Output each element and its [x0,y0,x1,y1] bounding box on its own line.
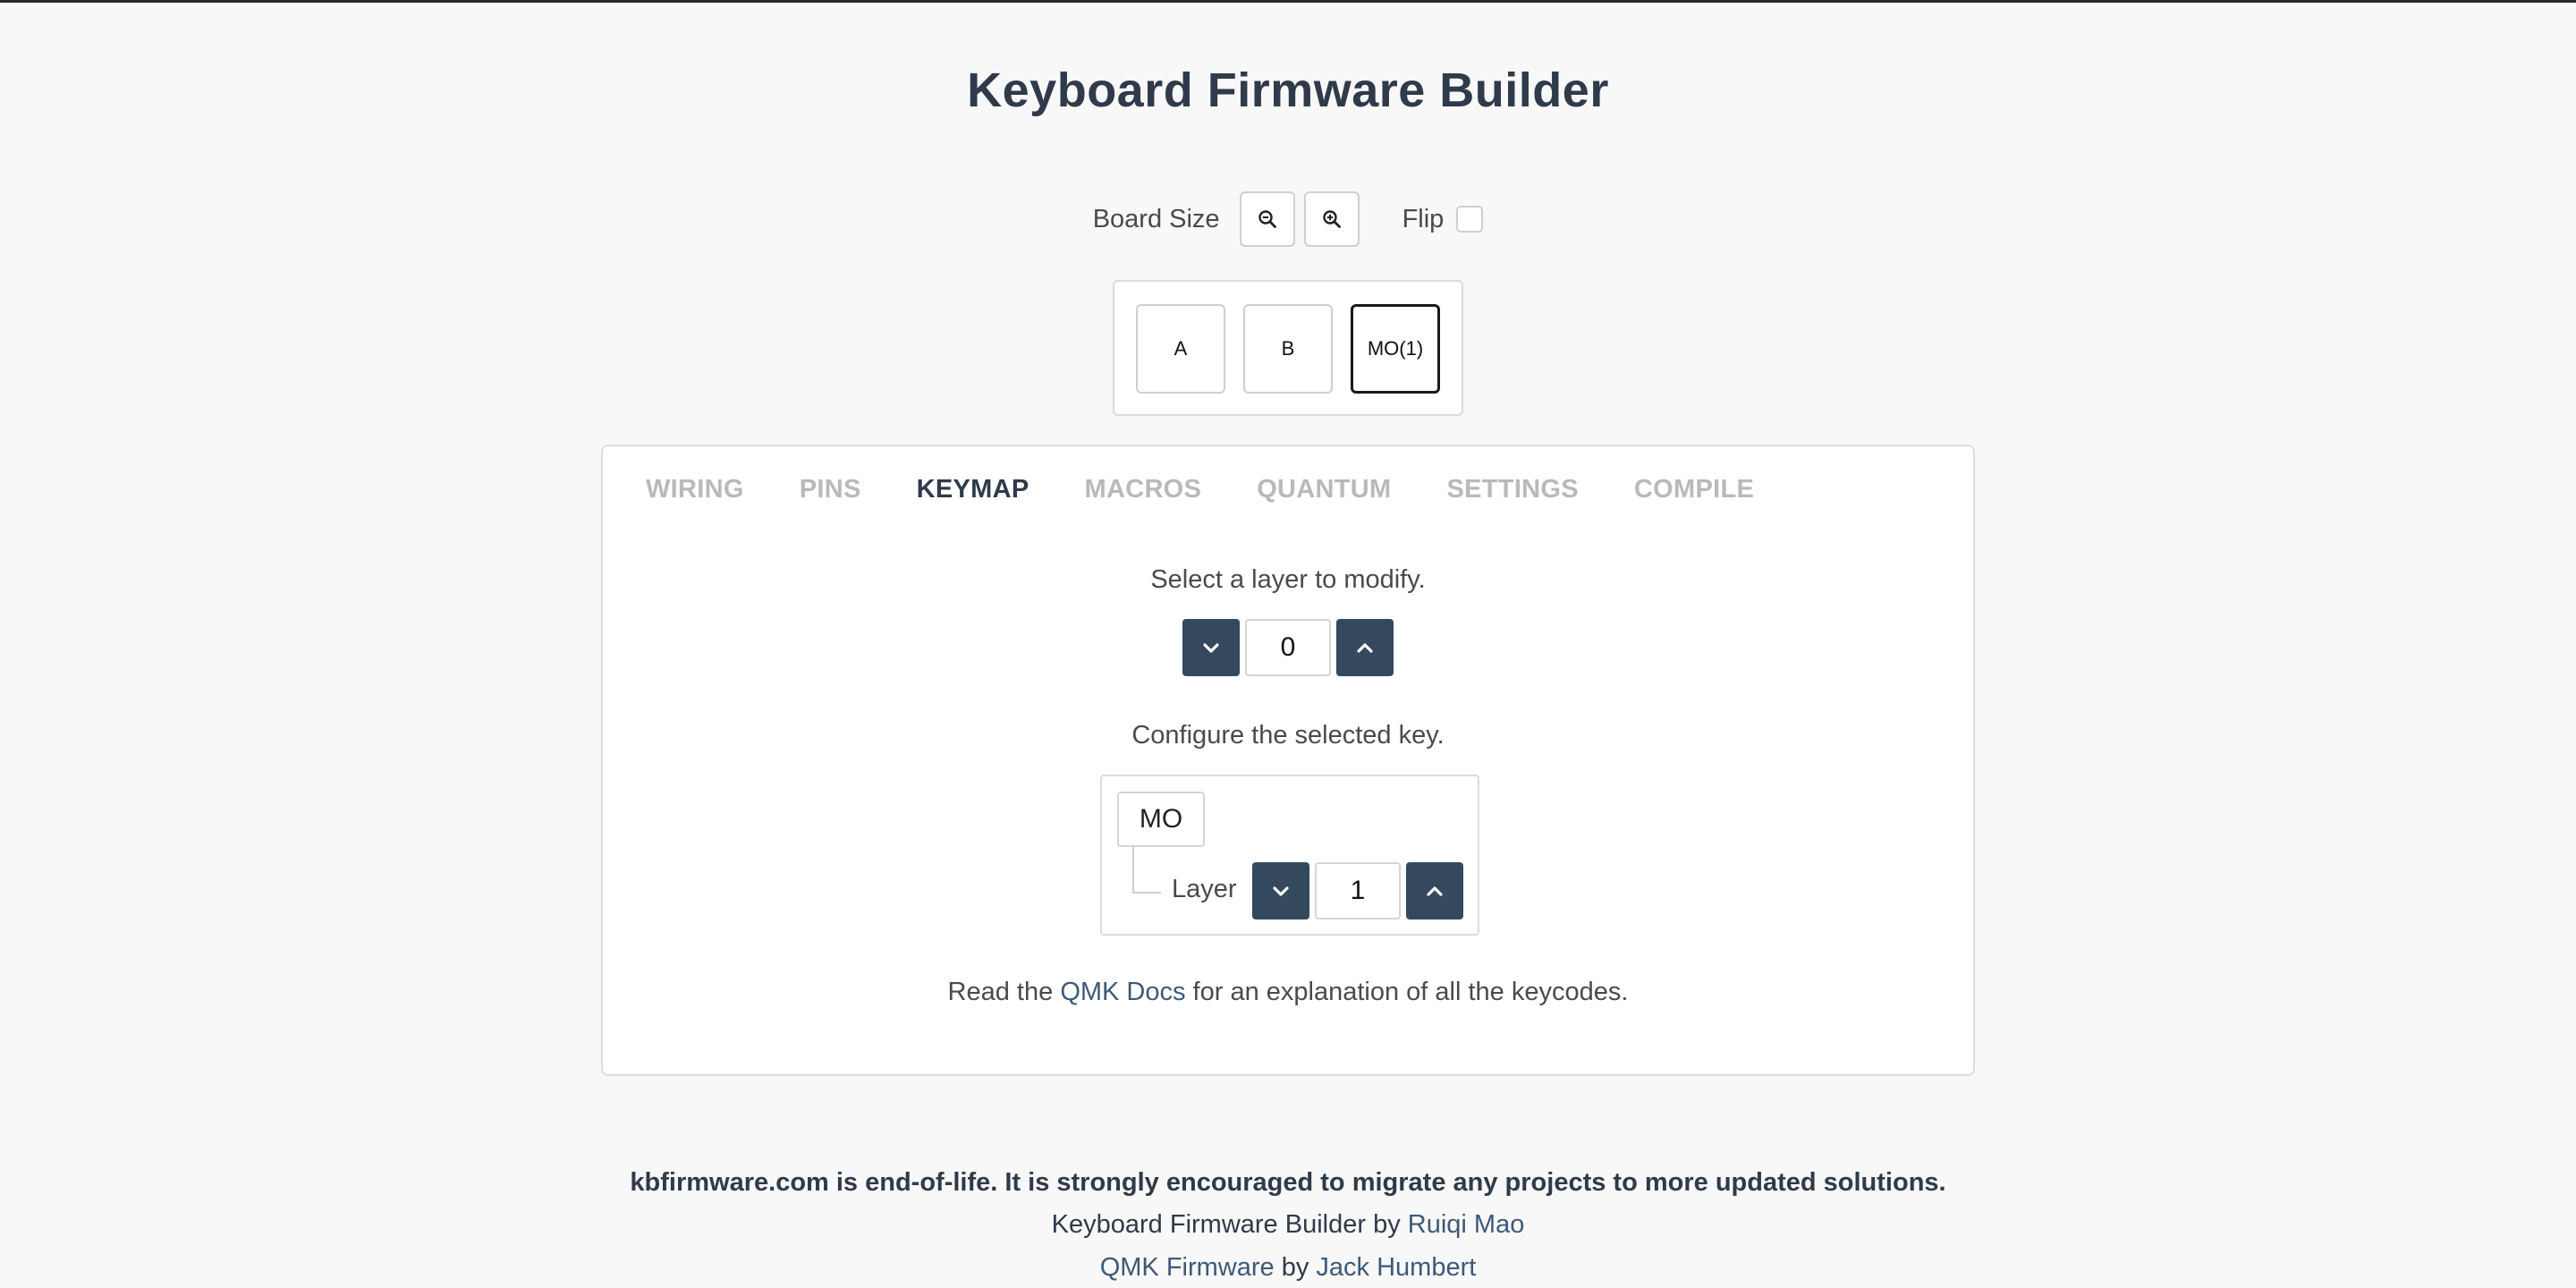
key-a[interactable]: A [1136,304,1225,394]
zoom-out-button[interactable] [1239,191,1295,247]
main-panel: WIRING PINS KEYMAP MACROS QUANTUM SETTIN… [601,445,1975,1076]
chevron-up-icon [1427,886,1443,896]
layer-param-label: Layer [1172,875,1237,903]
docs-hint: Read the QMK Docs for an explanation of … [603,978,1973,1007]
keyboard-board: A B MO(1) [1113,280,1463,416]
jack-humbert-link[interactable]: Jack Humbert [1316,1253,1476,1282]
tab-wiring[interactable]: WIRING [646,475,744,504]
tab-macros[interactable]: MACROS [1085,475,1202,504]
key-b[interactable]: B [1243,304,1333,394]
param-decrement-button[interactable] [1252,862,1309,919]
param-layer-stepper: 1 [1252,862,1463,919]
page-title: Keyboard Firmware Builder [967,64,1609,117]
docs-hint-prefix: Read the [947,978,1061,1006]
key-prompt: Configure the selected key. [1131,721,1445,750]
qmk-docs-link[interactable]: QMK Docs [1060,978,1185,1006]
eol-notice: kbfirmware.com is end-of-life. It is str… [630,1168,1946,1197]
flip-checkbox[interactable] [1456,206,1484,233]
board-size-label: Board Size [1092,204,1220,233]
key-mo1[interactable]: MO(1) [1351,304,1440,394]
ruiqi-mao-link[interactable]: Ruiqi Mao [1408,1210,1525,1239]
tab-pins[interactable]: PINS [800,475,861,504]
credit-qmk-by: by [1274,1253,1317,1282]
zoom-in-icon [1322,210,1341,228]
top-border [0,0,2576,3]
board-size-controls: Board Size Flip [0,190,2576,249]
chevron-down-icon [1273,886,1289,896]
tab-settings[interactable]: SETTINGS [1447,475,1579,504]
credit-line-qmk: QMK Firmware by Jack Humbert [0,1253,2576,1283]
qmk-firmware-link[interactable]: QMK Firmware [1100,1253,1275,1282]
chevron-down-icon [1203,643,1219,653]
tab-keymap[interactable]: KEYMAP [917,475,1030,504]
zoom-in-button[interactable] [1303,191,1360,247]
tab-compile[interactable]: COMPILE [1634,475,1754,504]
tab-bar: WIRING PINS KEYMAP MACROS QUANTUM SETTIN… [646,475,1809,504]
layer-value-input[interactable]: 0 [1245,619,1331,676]
tab-quantum[interactable]: QUANTUM [1257,475,1391,504]
flip-label: Flip [1402,204,1445,233]
zoom-out-icon [1258,210,1276,228]
layer-decrement-button[interactable] [1182,619,1240,676]
layer-stepper: 0 [1182,619,1394,676]
credit-line-builder: Keyboard Firmware Builder by Ruiqi Mao [0,1210,2576,1240]
credit-builder-prefix: Keyboard Firmware Builder by [1051,1210,1408,1239]
tree-connector [1132,847,1161,894]
docs-hint-suffix: for an explanation of all the keycodes. [1185,978,1629,1006]
chevron-up-icon [1357,643,1373,653]
layer-prompt: Select a layer to modify. [1150,565,1426,594]
key-config-box: MO Layer 1 [1100,775,1479,936]
keycode-selector[interactable]: MO [1117,792,1205,847]
param-value-input[interactable]: 1 [1315,862,1401,919]
param-increment-button[interactable] [1406,862,1463,919]
layer-increment-button[interactable] [1336,619,1394,676]
